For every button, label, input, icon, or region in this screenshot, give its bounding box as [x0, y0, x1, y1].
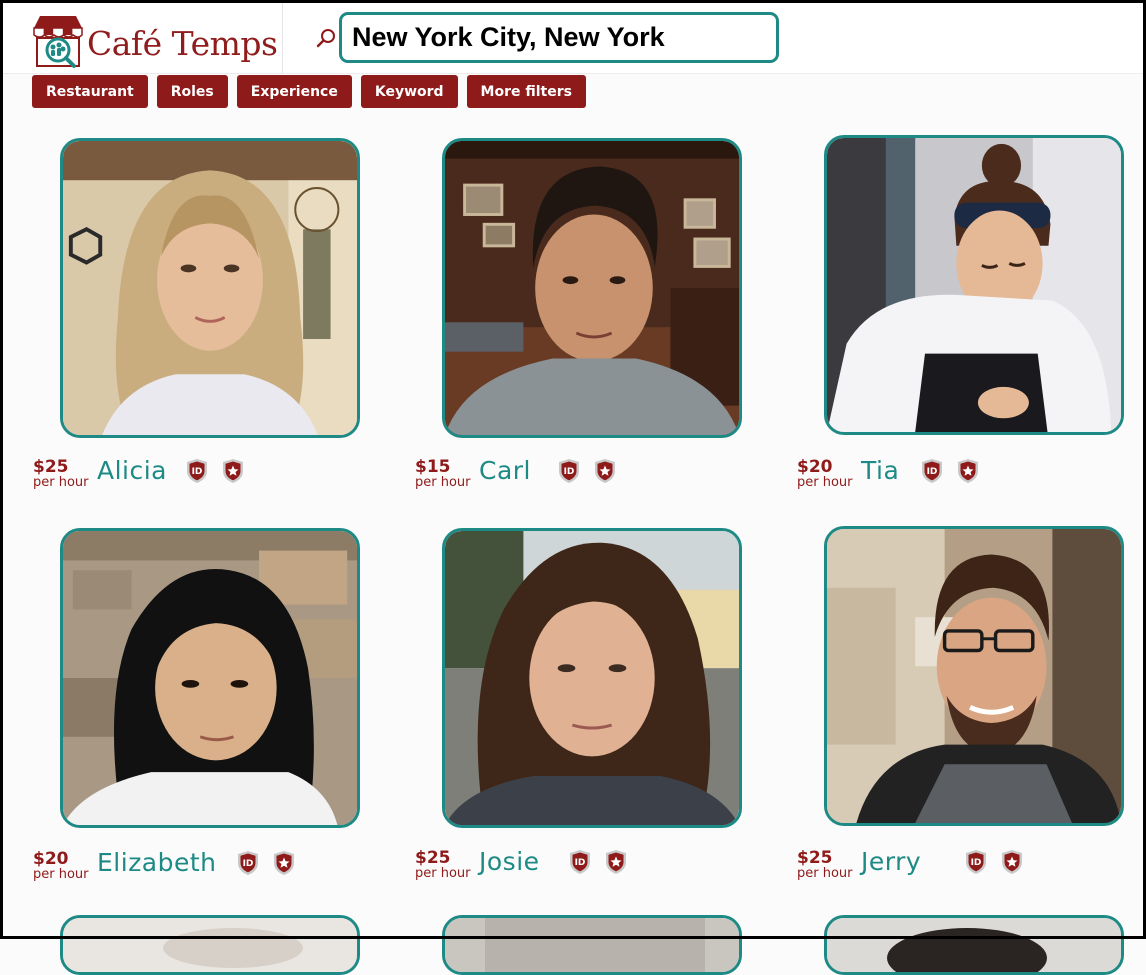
profile-name-josie[interactable]: Josie [479, 847, 540, 877]
id-verified-icon: ID [557, 458, 581, 484]
brand-name: Café Temps [87, 24, 278, 63]
more-filters-button[interactable]: More filters [466, 75, 586, 108]
filter-restaurant-button[interactable]: Restaurant [32, 75, 148, 108]
id-verified-icon: ID [920, 458, 944, 484]
id-verified-icon: ID [568, 849, 592, 875]
price-amount: $25 [415, 848, 451, 868]
price-amount: $20 [797, 457, 833, 477]
location-search-input[interactable] [339, 12, 779, 63]
star-badge-icon [956, 458, 980, 484]
profile-photo-partial[interactable] [824, 915, 1124, 975]
filter-experience-button[interactable]: Experience [236, 75, 352, 108]
svg-text:ID: ID [927, 467, 938, 477]
star-badge-icon [1000, 849, 1024, 875]
svg-text:ID: ID [564, 467, 575, 477]
star-badge-icon [593, 458, 617, 484]
id-verified-icon: ID [236, 850, 260, 876]
header-divider [282, 3, 283, 73]
price-unit: per hour [415, 475, 471, 490]
profile-photo-carl[interactable] [442, 138, 742, 438]
profile-photo-partial[interactable] [442, 915, 742, 975]
profile-name-tia[interactable]: Tia [861, 456, 899, 486]
price-unit: per hour [33, 475, 89, 490]
filter-keyword-button[interactable]: Keyword [360, 75, 458, 108]
price-amount: $20 [33, 849, 69, 869]
price-tag: $15 per hour [415, 458, 477, 490]
price-unit: per hour [797, 866, 853, 881]
filter-bar: Restaurant Roles Experience Keyword More… [32, 75, 586, 108]
profile-photo-alicia[interactable] [60, 138, 360, 438]
star-badge-icon [272, 850, 296, 876]
price-unit: per hour [415, 866, 471, 881]
id-verified-icon: ID [185, 458, 209, 484]
price-tag: $20 per hour [33, 850, 95, 882]
price-amount: $15 [415, 457, 451, 477]
star-badge-icon [604, 849, 628, 875]
price-amount: $25 [33, 457, 69, 477]
search-icon[interactable] [315, 27, 337, 49]
filter-roles-button[interactable]: Roles [156, 75, 228, 108]
storefront-icon [33, 16, 83, 68]
profile-name-carl[interactable]: Carl [479, 456, 531, 486]
svg-text:ID: ID [243, 859, 254, 869]
profile-photo-elizabeth[interactable] [60, 528, 360, 828]
price-unit: per hour [33, 867, 89, 882]
price-tag: $20 per hour [797, 458, 859, 490]
brand-logo[interactable]: Café Temps [32, 14, 278, 74]
price-tag: $25 per hour [415, 849, 477, 881]
profile-name-elizabeth[interactable]: Elizabeth [97, 848, 217, 878]
price-unit: per hour [797, 475, 853, 490]
svg-text:ID: ID [192, 467, 203, 477]
svg-text:ID: ID [971, 858, 982, 868]
profile-photo-josie[interactable] [442, 528, 742, 828]
svg-text:ID: ID [575, 858, 586, 868]
price-amount: $25 [797, 848, 833, 868]
profile-photo-jerry[interactable] [824, 526, 1124, 826]
star-badge-icon [221, 458, 245, 484]
profile-name-jerry[interactable]: Jerry [861, 847, 921, 877]
id-verified-icon: ID [964, 849, 988, 875]
profile-photo-partial[interactable] [60, 915, 360, 975]
price-tag: $25 per hour [797, 849, 859, 881]
profile-photo-tia[interactable] [824, 135, 1124, 435]
profile-name-alicia[interactable]: Alicia [97, 456, 167, 486]
price-tag: $25 per hour [33, 458, 95, 490]
